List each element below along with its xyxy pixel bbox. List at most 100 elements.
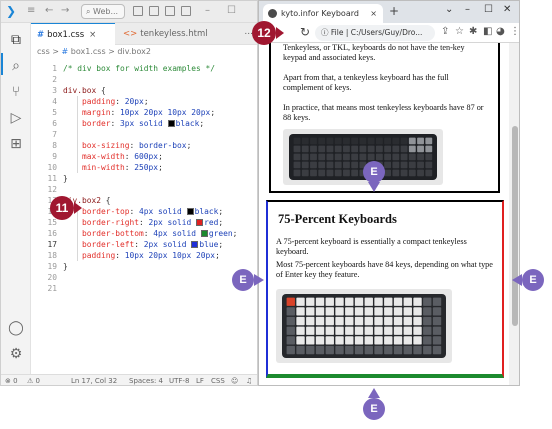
code-line[interactable]: 10 min-width: 250px; [31,162,257,173]
keycap [296,336,305,345]
address-bar[interactable]: ⓘ File | C:/Users/Guy/Dro... [315,25,435,41]
toggle-primary-sidebar-icon[interactable] [133,6,143,16]
menu-kebab-icon[interactable]: ⋮ [510,26,519,37]
color-swatch[interactable] [196,219,204,226]
keycap [403,336,412,345]
search-icon[interactable]: ⌕ [7,57,25,75]
settings-gear-icon[interactable]: ⚙ [7,345,25,363]
minimize-icon[interactable]: – [465,4,470,15]
scrollbar-thumb[interactable] [512,126,518,326]
color-swatch[interactable] [200,230,208,237]
extensions-icon[interactable]: ⊞ [7,135,25,153]
notifications-bell-icon[interactable]: ♫ [246,375,252,385]
code-line[interactable]: 18 padding: 10px 20px 10px 20px; [31,250,257,261]
keycap [325,316,334,326]
keycap [315,326,325,335]
code-line[interactable]: 6 border: 3px solid black; [31,118,257,129]
code-token: : [110,119,121,128]
command-center-search[interactable]: ⌕ Web... [81,4,125,19]
code-line[interactable]: 8 box-sizing: border-box; [31,140,257,151]
keycap [318,161,326,169]
color-swatch[interactable] [186,208,194,215]
keycap [375,145,383,153]
code-line[interactable]: 1 /* div box for width examples */ [31,63,257,74]
indentation[interactable]: Spaces: 4 [129,375,163,385]
bookmark-star-icon[interactable]: ☆ [455,26,464,37]
keycap [393,336,403,345]
toggle-panel-icon[interactable] [149,6,159,16]
toggle-secondary-sidebar-icon[interactable] [165,6,175,16]
tab-tenkeyless-html[interactable]: <> tenkeyless.html [117,23,221,45]
code-line[interactable]: 20 [31,272,257,283]
encoding[interactable]: UTF-8 [169,375,189,385]
tab-box1-css[interactable]: # box1.css × [31,23,115,45]
code-line[interactable]: 21 [31,283,257,294]
maximize-icon[interactable]: ☐ [484,4,493,15]
keycap [301,137,309,145]
breadcrumb-file[interactable]: box1.css [71,47,106,56]
keycap [392,145,400,153]
new-tab-button[interactable]: + [389,4,399,18]
warnings-count[interactable]: ⚠ 0 [27,375,40,385]
close-tab-icon[interactable]: × [89,30,96,40]
line-number: 3 [52,86,57,95]
browser-tab[interactable]: kyto.infor Keyboard Categories × [263,4,383,37]
maximize-icon[interactable]: ☐ [227,5,236,16]
keycap [286,326,295,335]
close-window-icon[interactable]: ✕ [503,4,511,15]
language-mode[interactable]: CSS [211,375,225,385]
code-line[interactable]: 5 margin: 10px 20px 10px 20px; [31,107,257,118]
code-line[interactable]: 9 max-width: 600px; [31,151,257,162]
status-bar: ⊗ 0 ⚠ 0 Ln 17, Col 32 Spaces: 4 UTF-8 LF… [1,374,257,385]
back-arrow-icon[interactable]: ← [45,5,53,16]
customize-layout-icon[interactable] [181,6,191,16]
keycap [318,153,326,161]
code-token: 250px [134,163,159,172]
keycap [425,137,433,145]
code-line[interactable]: 3 div.box { [31,85,257,96]
close-tab-icon[interactable]: × [370,4,377,23]
side-panel-icon[interactable]: ◧ [483,26,492,37]
keycap [310,137,317,145]
code-token: : [143,229,154,238]
code-token: 20px [124,97,144,106]
color-swatch[interactable] [167,120,175,127]
feedback-icon[interactable]: ☺ [231,375,238,385]
source-control-icon[interactable]: ⑂ [7,83,25,101]
run-debug-icon[interactable]: ▷ [7,109,25,127]
code-line[interactable]: 19} [31,261,257,272]
code-line[interactable]: 2 [31,74,257,85]
keycap [335,345,344,355]
color-swatch[interactable] [191,241,199,248]
errors-count[interactable]: ⊗ 0 [5,375,18,385]
menu-icon[interactable]: ≡ [27,5,35,16]
code-line[interactable]: 16 border-bottom: 4px solid green; [31,228,257,239]
code-line[interactable]: 17 border-left: 2px solid blue; [31,239,257,250]
tab-search-chevron-icon[interactable]: ⌄ [445,4,453,15]
minimize-icon[interactable]: – [205,5,210,16]
keycap [318,137,326,145]
code-line[interactable]: 7 [31,129,257,140]
extensions-puzzle-icon[interactable]: ✱ [469,26,477,37]
code-line[interactable]: 11} [31,173,257,184]
explorer-icon[interactable]: ⧉ [7,31,25,49]
share-icon[interactable]: ⇪ [441,26,449,37]
page-viewport[interactable]: Tenkeyless, or TKL, keyboards do not hav… [259,43,509,385]
breadcrumb-selector[interactable]: div.box2 [117,47,151,56]
profile-icon[interactable]: ◕ [496,26,505,37]
keycap [408,153,416,161]
keycap [403,316,412,326]
cursor-position[interactable]: Ln 17, Col 32 [71,375,117,385]
code-line[interactable]: 12 [31,184,257,195]
keycap [393,345,403,355]
keycap [413,326,422,335]
forward-arrow-icon[interactable]: → [61,5,69,16]
code-line[interactable]: 4 padding: 20px; [31,96,257,107]
code-token: : [134,240,144,249]
reload-icon[interactable]: ↻ [300,25,310,39]
keycap [375,153,383,161]
breadcrumb-folder[interactable]: css [37,47,50,56]
end-of-line[interactable]: LF [196,375,204,385]
account-icon[interactable]: ◯ [7,319,25,337]
